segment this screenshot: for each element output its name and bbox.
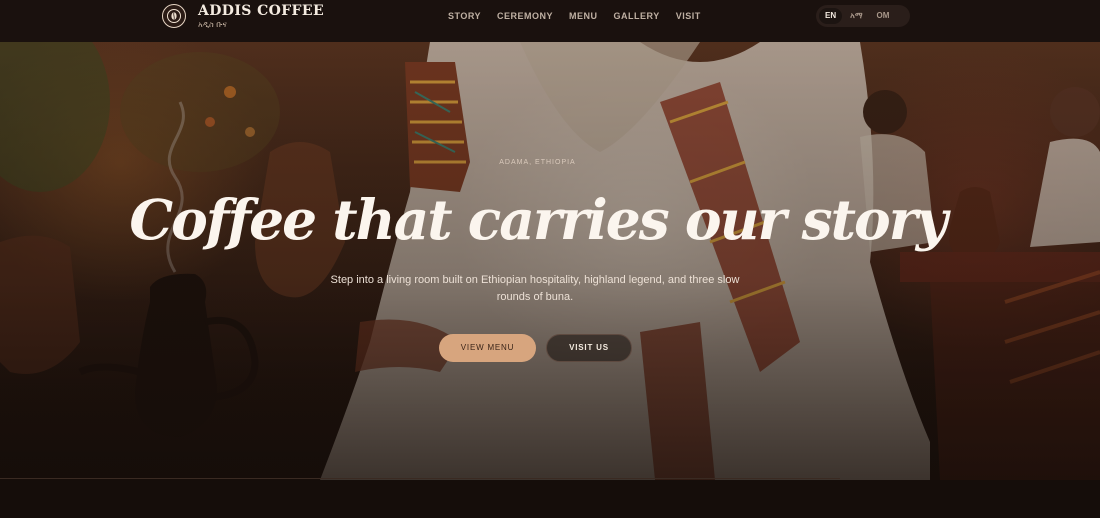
language-switcher: EN አማ OM: [816, 5, 910, 27]
hero-section: ADAMA, ETHIOPIA Coffee that carries our …: [0, 42, 1100, 480]
nav-story[interactable]: STORY: [448, 10, 481, 22]
lang-om-button[interactable]: OM: [871, 8, 896, 24]
brand-subtitle: አዲስ ቡና: [198, 19, 227, 29]
hero-overlay: [0, 42, 1100, 480]
view-menu-button[interactable]: VIEW MENU: [439, 334, 536, 362]
nav-gallery[interactable]: GALLERY: [614, 10, 660, 22]
lang-amharic-button[interactable]: አማ: [844, 8, 868, 24]
hero-location: ADAMA, ETHIOPIA: [499, 159, 576, 166]
next-section: [0, 480, 1100, 518]
nav-ceremony[interactable]: CEREMONY: [497, 10, 553, 22]
top-navigation: ADDIS COFFEE አዲስ ቡና STORY CEREMONY MENU …: [0, 0, 1100, 42]
hero-description: Step into a living room built on Ethiopi…: [330, 274, 740, 303]
main-nav: STORY CEREMONY MENU GALLERY VISIT: [448, 10, 701, 22]
hero-headline: Coffee that carries our story: [129, 187, 947, 252]
section-divider: [0, 478, 840, 479]
nav-visit[interactable]: VISIT: [676, 10, 701, 22]
visit-us-button[interactable]: VISIT US: [546, 334, 632, 362]
brand-text: ADDIS COFFEE አዲስ ቡና: [198, 3, 324, 30]
lang-en-button[interactable]: EN: [819, 8, 843, 24]
page: ADDIS COFFEE አዲስ ቡና STORY CEREMONY MENU …: [0, 0, 1100, 518]
brand[interactable]: ADDIS COFFEE አዲስ ቡና: [162, 3, 324, 29]
coffee-logo-icon: [162, 4, 186, 28]
nav-menu[interactable]: MENU: [569, 10, 598, 22]
brand-name: ADDIS COFFEE: [198, 2, 325, 19]
